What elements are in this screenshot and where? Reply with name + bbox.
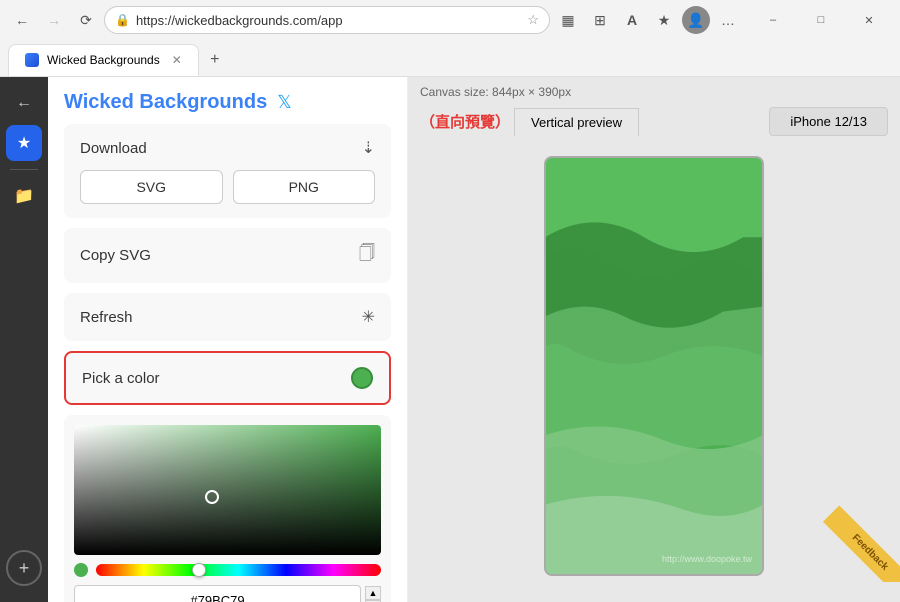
app-title: Wicked Backgrounds <box>64 91 267 114</box>
tab-title: Wicked Backgrounds <box>47 53 160 67</box>
hex-input-row: ▲ ▼ <box>74 585 381 602</box>
feedback-ribbon[interactable]: Feedback <box>820 502 900 582</box>
canvas-info: Canvas size: 844px × 390px <box>408 77 900 107</box>
browser-chrome: ← → ⟳ 🔒 https://wickedbackgrounds.com/ap… <box>0 0 900 77</box>
copy-svg-section: Copy SVG 🗍 <box>64 228 391 283</box>
hex-arrows: ▲ ▼ <box>365 586 381 602</box>
refresh-icon[interactable]: ✳ <box>362 307 375 327</box>
copy-svg-label: Copy SVG <box>80 247 151 264</box>
sidebar-discover-button[interactable]: ★ <box>6 125 42 161</box>
copy-svg-row: Copy SVG 🗍 <box>80 242 375 269</box>
background-svg <box>546 158 762 574</box>
tab-close-icon[interactable]: ✕ <box>172 53 182 67</box>
green-dot <box>74 563 88 577</box>
sidebar-divider <box>10 169 38 170</box>
color-picker-area[interactable]: ▲ ▼ <box>64 415 391 602</box>
copy-icon[interactable]: 🗍 <box>359 242 375 269</box>
window-controls: – □ ✕ <box>750 4 892 36</box>
edge-sidebar: ← ★ 📁 + <box>0 77 48 602</box>
twitter-icon[interactable]: 𝕏 <box>277 92 292 113</box>
watermark-text: http://www.doopoke.tw <box>662 554 752 564</box>
right-panel: Canvas size: 844px × 390px （直向預覽） Vertic… <box>408 77 900 602</box>
download-label: Download <box>80 140 147 157</box>
new-tab-button[interactable]: + <box>201 46 229 74</box>
phone-preview: http://www.doopoke.tw <box>544 156 764 576</box>
download-buttons: SVG PNG <box>80 170 375 204</box>
color-indicator[interactable] <box>351 367 373 389</box>
main-area: ← ★ 📁 + Wicked Backgrounds 𝕏 Download ⇣ <box>0 77 900 602</box>
png-button[interactable]: PNG <box>233 170 376 204</box>
feedback-label[interactable]: Feedback <box>823 505 900 582</box>
minimize-button[interactable]: – <box>750 4 796 36</box>
hue-slider-container <box>74 563 381 577</box>
left-panel: Wicked Backgrounds 𝕏 Download ⇣ SVG PNG <box>48 77 408 602</box>
refresh-section: Refresh ✳ <box>64 293 391 341</box>
favorites-icon[interactable]: ★ <box>650 6 678 34</box>
hex-input[interactable] <box>74 585 361 602</box>
url-text: https://wickedbackgrounds.com/app <box>136 13 521 28</box>
active-tab[interactable]: Wicked Backgrounds ✕ <box>8 44 199 76</box>
more-button[interactable]: … <box>714 6 742 34</box>
sidebar-add-button[interactable]: + <box>6 550 42 586</box>
address-bar[interactable]: 🔒 https://wickedbackgrounds.com/app ☆ <box>104 6 550 34</box>
vertical-preview-tab[interactable]: Vertical preview <box>514 108 639 136</box>
preview-tabs: （直向預覽） Vertical preview iPhone 12/13 <box>408 107 900 136</box>
device-tab[interactable]: iPhone 12/13 <box>769 107 888 136</box>
pick-color-row: Pick a color <box>82 367 373 389</box>
refresh-label: Refresh <box>80 309 133 326</box>
maximize-button[interactable]: □ <box>798 4 844 36</box>
hue-slider[interactable] <box>96 564 381 576</box>
panel-header: Wicked Backgrounds 𝕏 <box>48 77 407 124</box>
page-content: Wicked Backgrounds 𝕏 Download ⇣ SVG PNG <box>48 77 900 602</box>
tab-favicon <box>25 53 39 67</box>
back-button[interactable]: ← <box>8 6 36 34</box>
refresh-nav-button[interactable]: ⟳ <box>72 6 100 34</box>
grid-icon[interactable]: ⊞ <box>586 6 614 34</box>
svg-button[interactable]: SVG <box>80 170 223 204</box>
canvas-area: http://www.doopoke.tw Feedback <box>408 136 900 602</box>
tabs-bar: Wicked Backgrounds ✕ + <box>0 40 900 76</box>
download-row: Download ⇣ <box>80 138 375 158</box>
sidebar-collections-button[interactable]: 📁 <box>6 178 42 214</box>
lock-icon: 🔒 <box>115 13 130 27</box>
browser-actions: ▦ ⊞ A ★ 👤 … <box>554 6 742 34</box>
download-icon[interactable]: ⇣ <box>362 138 375 158</box>
pick-color-label: Pick a color <box>82 370 160 387</box>
close-button[interactable]: ✕ <box>846 4 892 36</box>
download-section: Download ⇣ SVG PNG <box>64 124 391 218</box>
sidebar-back-button[interactable]: ← <box>6 85 42 121</box>
pick-color-section: Pick a color 選擇顏色 <box>64 351 391 405</box>
vertical-annotation: （直向預覽） <box>420 111 510 132</box>
refresh-row: Refresh ✳ <box>80 307 375 327</box>
font-icon[interactable]: A <box>618 6 646 34</box>
split-screen-icon[interactable]: ▦ <box>554 6 582 34</box>
profile-icon[interactable]: 👤 <box>682 6 710 34</box>
star-icon[interactable]: ☆ <box>527 12 539 28</box>
hue-thumb[interactable] <box>192 563 206 577</box>
hex-up-button[interactable]: ▲ <box>365 586 381 600</box>
canvas-size-text: Canvas size: 844px × 390px <box>420 85 571 99</box>
panel-body[interactable]: Download ⇣ SVG PNG Copy SVG 🗍 <box>48 124 407 602</box>
color-gradient[interactable] <box>74 425 381 555</box>
color-cursor[interactable] <box>205 490 219 504</box>
forward-button[interactable]: → <box>40 6 68 34</box>
